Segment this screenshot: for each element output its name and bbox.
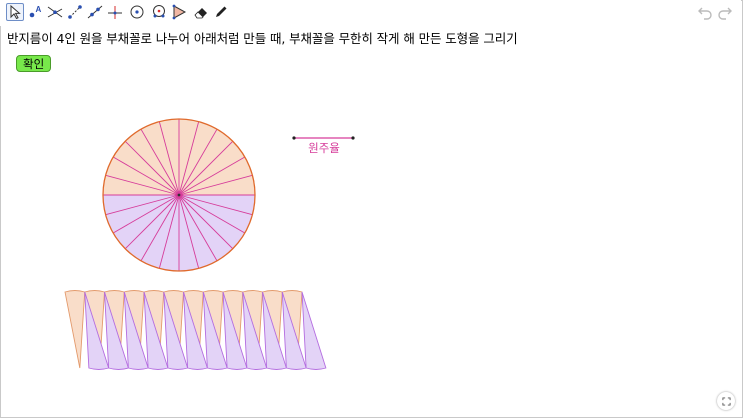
pen-icon[interactable] <box>212 3 230 21</box>
applet-frame <box>0 0 743 418</box>
line-icon[interactable] <box>86 3 104 21</box>
perpendicular-icon[interactable] <box>106 3 124 21</box>
eraser-icon[interactable] <box>192 3 210 21</box>
redo-icon[interactable] <box>717 4 733 20</box>
toolbar: A <box>0 0 741 26</box>
intersect-icon[interactable] <box>46 3 64 21</box>
fullscreen-icon[interactable] <box>717 392 735 410</box>
move-arrow-icon[interactable] <box>6 3 24 21</box>
point-icon[interactable]: A <box>26 3 44 21</box>
confirm-button[interactable]: 확인 <box>16 55 52 72</box>
circle-through-points-icon[interactable] <box>150 3 168 21</box>
circle-center-icon[interactable] <box>128 3 146 21</box>
segment-icon[interactable] <box>66 3 84 21</box>
undo-icon[interactable] <box>697 4 713 20</box>
svg-text:A: A <box>36 5 42 14</box>
angle-icon[interactable] <box>170 3 188 21</box>
task-instruction: 반지름이 4인 원을 부채꼴로 나누어 아래처럼 만들 때, 부채꼴을 무한히 … <box>7 31 518 46</box>
